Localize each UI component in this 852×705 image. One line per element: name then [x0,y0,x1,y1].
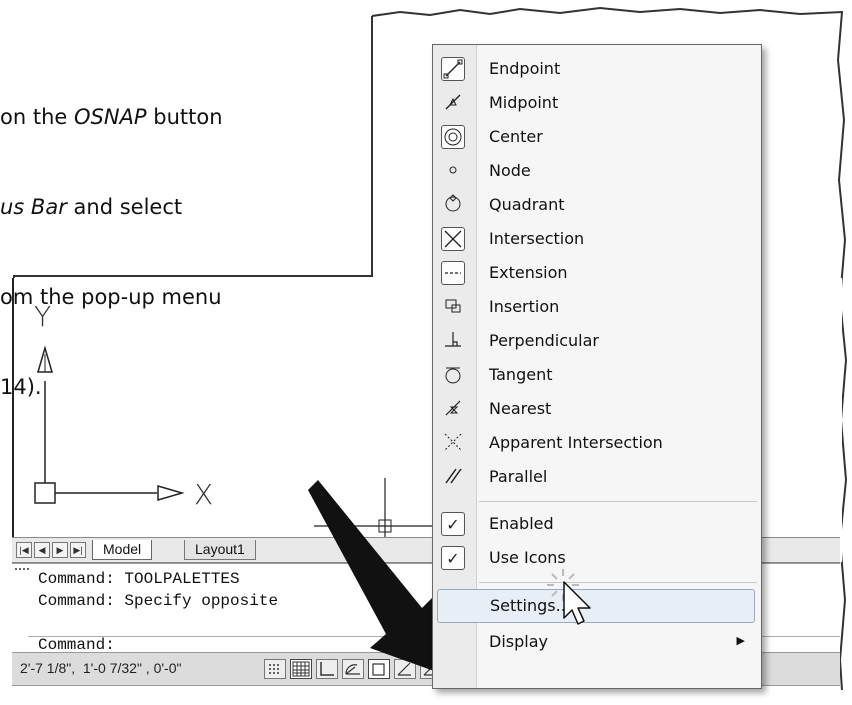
menu-item-use-icons[interactable]: ✓ Use Icons [433,541,759,575]
autocad-screenshot: Y X |◀ ◀ ▶ ▶| Model Layout1 Command: TOO… [0,0,852,705]
command-history-line-2: Command: Specify opposite ne [38,592,398,610]
menu-item-display[interactable]: Display ▶ [433,625,759,659]
insertion-icon [441,295,465,319]
menu-item-perpendicular[interactable]: Perpendicular [433,324,759,358]
command-grip[interactable] [15,568,29,574]
prev-tab-button[interactable]: ◀ [34,542,50,558]
osnap-button[interactable] [368,659,390,679]
extension-icon [441,261,465,285]
instruction-line-4: 14). [0,375,42,399]
snap-mode-button[interactable] [264,659,286,679]
instruction-text: on the OSNAP button us Bar and select om… [0,42,380,462]
instruction-line-2: us Bar and select [0,195,183,219]
menu-item-tangent[interactable]: Tangent [433,358,759,392]
tangent-icon [441,363,465,387]
next-tab-button[interactable]: ▶ [52,542,68,558]
checkmark-icon: ✓ [441,512,465,536]
tab-model[interactable]: Model [92,540,153,560]
ucs-x-label: X [194,478,214,511]
menu-item-settings[interactable]: Settings... [437,589,755,623]
menu-item-apparent-intersection[interactable]: Apparent Intersection [433,426,759,460]
endpoint-icon [441,57,465,81]
menu-item-parallel[interactable]: Parallel [433,460,759,494]
last-tab-button[interactable]: ▶| [70,542,86,558]
menu-item-nearest[interactable]: Nearest [433,392,759,426]
menu-item-intersection[interactable]: Intersection [433,222,759,256]
intersection-icon [441,227,465,251]
instruction-line-1: on the OSNAP button [0,105,223,129]
menu-item-node[interactable]: Node [433,154,759,188]
instruction-line-3: om the pop-up menu [0,285,222,309]
grid-display-button[interactable] [290,659,312,679]
checkmark-icon: ✓ [441,546,465,570]
polar-tracking-button[interactable] [342,659,364,679]
center-icon [441,125,465,149]
menu-item-quadrant[interactable]: Quadrant [433,188,759,222]
menu-item-insertion[interactable]: Insertion [433,290,759,324]
menu-item-enabled[interactable]: ✓ Enabled [433,507,759,541]
parallel-icon [441,465,465,489]
menu-divider [479,501,757,502]
command-prompt[interactable]: Command: [38,637,115,653]
command-history-line-1: Command: TOOLPALETTES [38,570,240,588]
ortho-mode-button[interactable] [316,659,338,679]
menu-item-center[interactable]: Center [433,120,759,154]
menu-divider [479,582,757,583]
perpendicular-icon [441,329,465,353]
node-icon [441,159,465,183]
quadrant-icon [441,193,465,217]
tab-layout1[interactable]: Layout1 [184,540,256,560]
coordinate-display[interactable]: 2'-7 1/8", 1'-0 7/32" , 0'-0" [20,660,181,676]
submenu-arrow-icon: ▶ [736,634,745,647]
menu-item-midpoint[interactable]: Midpoint [433,86,759,120]
otrack-button[interactable] [394,659,416,679]
menu-item-endpoint[interactable]: Endpoint [433,52,759,86]
osnap-context-menu: Endpoint Midpoint Center Node Quadrant I… [432,44,762,689]
nearest-icon [441,397,465,421]
first-tab-button[interactable]: |◀ [16,542,32,558]
apparent-intersection-icon [441,431,465,455]
menu-item-extension[interactable]: Extension [433,256,759,290]
midpoint-icon [441,91,465,115]
